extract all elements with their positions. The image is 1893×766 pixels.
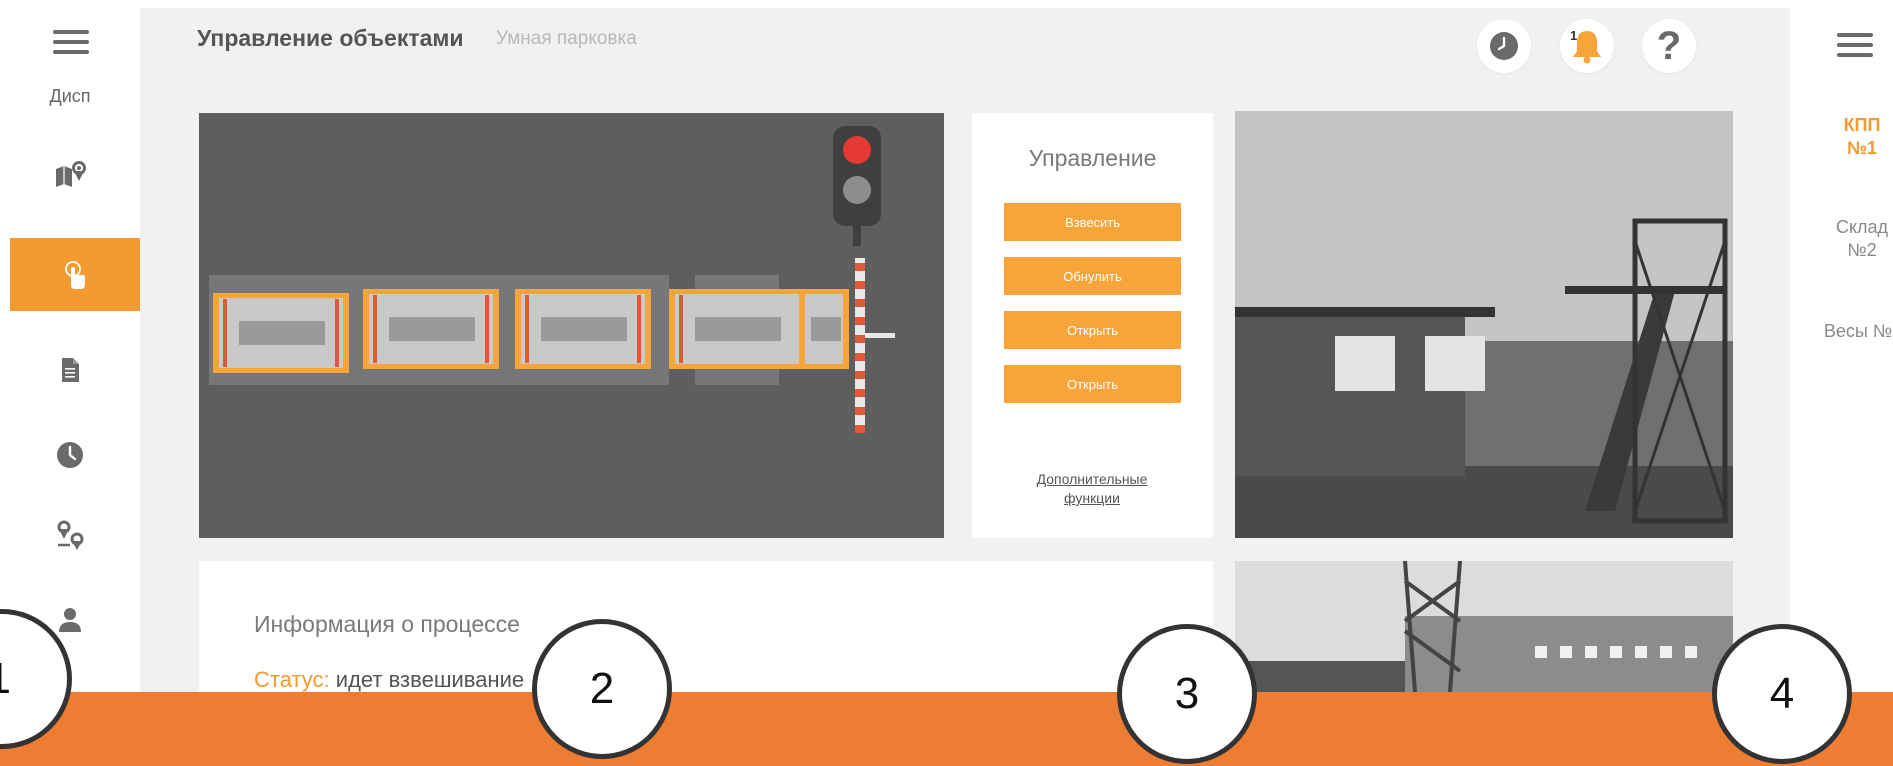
- notification-badge: 1: [1570, 28, 1578, 43]
- object-tab-kpp1[interactable]: КПП №1: [1834, 114, 1890, 160]
- touch-hand-icon: [65, 260, 85, 289]
- map-pin-icon: [56, 161, 86, 187]
- wagon-2: [363, 289, 499, 369]
- camera-feed-image: [1235, 561, 1733, 692]
- hamburger-menu-icon[interactable]: [53, 30, 89, 54]
- document-icon: [62, 358, 79, 382]
- sidebar-item-documents[interactable]: [0, 340, 140, 400]
- control-panel-title: Управление: [1028, 145, 1157, 171]
- camera-photo-1: [1235, 111, 1733, 538]
- object-tab-scales1[interactable]: Весы №1: [1818, 320, 1893, 343]
- wagon-1: [213, 293, 349, 373]
- route-icon: [57, 520, 84, 550]
- help-button[interactable]: ?: [1642, 19, 1696, 73]
- red-light: [843, 136, 871, 164]
- camera-photo-2: [1235, 561, 1733, 692]
- process-info-panel: Информация о процессе Статус: идет взвеш…: [199, 561, 1213, 700]
- process-status: Статус: идет взвешивание: [254, 667, 524, 693]
- more-functions-link[interactable]: Дополнительные функции: [1027, 470, 1157, 508]
- sidebar-item-control[interactable]: [10, 238, 140, 311]
- clock-icon: [57, 442, 83, 468]
- status-label: Статус:: [254, 667, 330, 692]
- weighing-scene: [209, 126, 895, 433]
- page-title: Управление объектами: [197, 25, 464, 51]
- bottom-band: [0, 692, 1893, 766]
- clock-icon: [1490, 32, 1518, 60]
- reset-button[interactable]: Обнулить: [1004, 257, 1181, 295]
- camera-feed-image: [1235, 111, 1733, 538]
- hamburger-menu-icon[interactable]: [1837, 33, 1873, 57]
- status-value: идет взвешивание: [335, 667, 525, 692]
- weigh-button[interactable]: Взвесить: [1004, 203, 1181, 241]
- sidebar-item-history[interactable]: [0, 425, 140, 485]
- sidebar-label: Дисп: [49, 86, 91, 106]
- wagon-3: [515, 289, 651, 369]
- help-icon: ?: [1656, 24, 1682, 68]
- green-light: [843, 176, 871, 204]
- process-visualization: [199, 113, 944, 538]
- user-icon: [59, 608, 81, 632]
- open-button-1[interactable]: Открыть: [1004, 311, 1181, 349]
- object-tab-warehouse2[interactable]: Склад №2: [1826, 216, 1893, 262]
- open-button-2[interactable]: Открыть: [1004, 365, 1181, 403]
- callout-3: 3: [1117, 624, 1257, 764]
- history-button[interactable]: [1477, 19, 1531, 73]
- sidebar-item-routes[interactable]: [0, 505, 140, 565]
- callout-4: 4: [1712, 624, 1852, 764]
- control-panel: Управление Взвесить Обнулить Открыть Отк…: [972, 113, 1213, 538]
- callout-2: 2: [532, 619, 672, 759]
- page-subtitle: Умная парковка: [496, 28, 637, 49]
- main-area: Управление объектами Умная парковка 1 ?: [140, 8, 1790, 766]
- notifications-button[interactable]: 1: [1560, 19, 1614, 73]
- process-info-title: Информация о процессе: [254, 611, 520, 637]
- wagon-5-partial: [805, 289, 849, 369]
- wagon-4: [669, 289, 805, 369]
- sidebar-item-map[interactable]: [0, 145, 140, 205]
